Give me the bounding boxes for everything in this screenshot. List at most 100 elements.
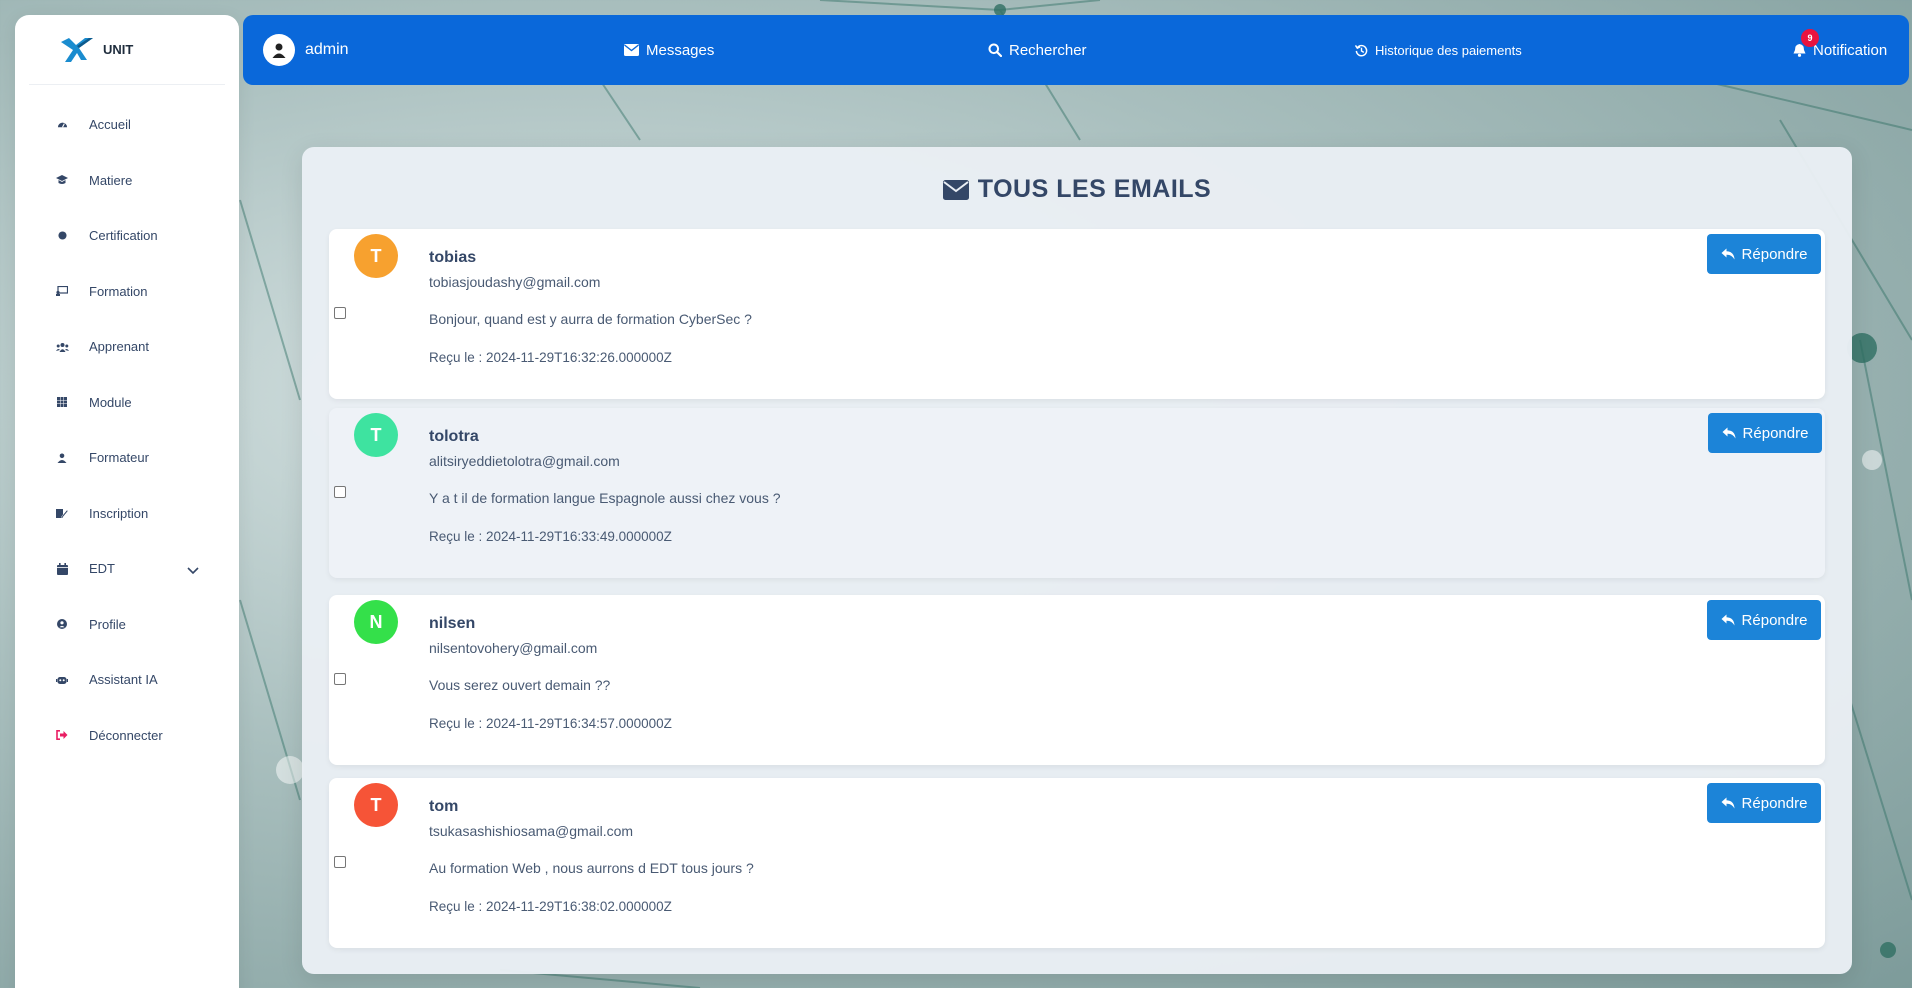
email-received-date: Reçu le : 2024-11-29T16:38:02.000000Z bbox=[429, 899, 672, 914]
notification-badge: 9 bbox=[1801, 29, 1819, 47]
sender-name: tobias bbox=[429, 249, 477, 266]
reply-icon bbox=[1721, 797, 1735, 809]
sidebar-item-inscription[interactable]: Inscription bbox=[15, 486, 239, 542]
reply-label: Répondre bbox=[1742, 424, 1809, 442]
email-select-checkbox[interactable] bbox=[334, 486, 346, 498]
sender-avatar: T bbox=[354, 783, 398, 827]
reply-label: Répondre bbox=[1741, 611, 1808, 629]
envelope-icon bbox=[942, 179, 969, 200]
nav-payment-history[interactable]: Historique des paiements bbox=[1355, 43, 1522, 58]
messages-label: Messages bbox=[646, 41, 715, 59]
sidebar-item-label: Formateur bbox=[89, 450, 149, 466]
sidebar-item-label: Inscription bbox=[89, 505, 149, 521]
sender-avatar: T bbox=[354, 234, 398, 278]
grid-icon bbox=[55, 395, 69, 409]
reply-label: Répondre bbox=[1741, 245, 1808, 263]
top-navbar: admin Messages Rechercher Historique des… bbox=[243, 15, 1909, 85]
graduation-cap-icon bbox=[55, 173, 69, 187]
sender-avatar: T bbox=[354, 413, 398, 457]
sidebar: UNIT Accueil Matiere Certification Forma… bbox=[15, 15, 239, 988]
robot-icon bbox=[55, 673, 69, 687]
sidebar-item-label: Accueil bbox=[89, 117, 131, 133]
sidebar-item-formation[interactable]: Formation bbox=[15, 264, 239, 320]
sidebar-item-label: Module bbox=[89, 394, 132, 410]
sender-name: tolotra bbox=[429, 428, 479, 445]
search-label: Rechercher bbox=[1009, 41, 1087, 59]
sidebar-item-label: Matiere bbox=[89, 172, 133, 188]
page-title-text: TOUS LES EMAILS bbox=[977, 175, 1212, 203]
search-icon bbox=[988, 43, 1002, 57]
reply-button[interactable]: Répondre bbox=[1707, 234, 1821, 274]
emails-panel: TOUS LES EMAILS T tobias tobiasjoudashy@… bbox=[302, 147, 1852, 974]
email-card: T tolotra alitsiryeddietolotra@gmail.com… bbox=[329, 408, 1825, 578]
email-received-date: Reçu le : 2024-11-29T16:32:26.000000Z bbox=[429, 350, 672, 365]
page-title: TOUS LES EMAILS bbox=[302, 175, 1852, 204]
sidebar-item-matiere[interactable]: Matiere bbox=[15, 153, 239, 209]
email-card: N nilsen nilsentovohery@gmail.com Vous s… bbox=[329, 595, 1825, 765]
history-label: Historique des paiements bbox=[1375, 42, 1522, 58]
chalkboard-icon bbox=[55, 284, 69, 298]
brand-logo-icon bbox=[61, 37, 93, 62]
sender-email: tsukasashishiosama@gmail.com bbox=[429, 823, 634, 839]
sidebar-item-certification[interactable]: Certification bbox=[15, 208, 239, 264]
user-menu[interactable]: admin bbox=[263, 34, 349, 66]
sender-email: alitsiryeddietolotra@gmail.com bbox=[429, 453, 620, 469]
reply-icon bbox=[1721, 614, 1735, 626]
sender-email: tobiasjoudashy@gmail.com bbox=[429, 274, 601, 290]
email-received-date: Reçu le : 2024-11-29T16:34:57.000000Z bbox=[429, 716, 672, 731]
email-message: Au formation Web , nous aurrons d EDT to… bbox=[429, 860, 754, 876]
user-avatar-icon bbox=[263, 34, 295, 66]
sender-avatar: N bbox=[354, 600, 398, 644]
sidebar-item-label: Déconnecter bbox=[89, 727, 163, 743]
reply-button[interactable]: Répondre bbox=[1707, 783, 1821, 823]
sidebar-item-label: Certification bbox=[89, 228, 158, 244]
email-card: T tom tsukasashishiosama@gmail.com Au fo… bbox=[329, 778, 1825, 948]
calendar-icon bbox=[55, 562, 69, 576]
sidebar-item-label: Formation bbox=[89, 283, 148, 299]
email-select-checkbox[interactable] bbox=[334, 673, 346, 685]
edit-icon bbox=[55, 506, 69, 520]
nav-search[interactable]: Rechercher bbox=[988, 42, 1087, 59]
sidebar-item-assistant-ia[interactable]: Assistant IA bbox=[15, 652, 239, 708]
email-message: Bonjour, quand est y aurra de formation … bbox=[429, 311, 752, 327]
sidebar-item-label: Profile bbox=[89, 616, 126, 632]
sidebar-item-deconnecter[interactable]: Déconnecter bbox=[15, 708, 239, 764]
user-circle-icon bbox=[55, 617, 69, 631]
sidebar-item-label: EDT bbox=[89, 561, 115, 577]
brand[interactable]: UNIT bbox=[29, 15, 225, 85]
sidebar-item-edt[interactable]: EDT bbox=[15, 541, 239, 597]
email-received-date: Reçu le : 2024-11-29T16:33:49.000000Z bbox=[429, 529, 672, 544]
reply-button[interactable]: Répondre bbox=[1707, 600, 1821, 640]
sidebar-item-label: Assistant IA bbox=[89, 672, 158, 688]
brand-name: UNIT bbox=[103, 42, 134, 57]
history-icon bbox=[1355, 44, 1368, 57]
sender-name: tom bbox=[429, 798, 459, 815]
sidebar-item-formateur[interactable]: Formateur bbox=[15, 430, 239, 486]
notification-label: Notification bbox=[1813, 41, 1888, 59]
email-select-checkbox[interactable] bbox=[334, 856, 346, 868]
email-message: Y a t il de formation langue Espagnole a… bbox=[429, 490, 781, 506]
sender-name: nilsen bbox=[429, 615, 476, 632]
email-message: Vous serez ouvert demain ?? bbox=[429, 677, 611, 693]
dashboard-icon bbox=[55, 118, 69, 132]
sender-email: nilsentovohery@gmail.com bbox=[429, 640, 598, 656]
reply-label: Répondre bbox=[1741, 794, 1808, 812]
reply-button[interactable]: Répondre bbox=[1708, 413, 1822, 453]
sidebar-item-apprenant[interactable]: Apprenant bbox=[15, 319, 239, 375]
username: admin bbox=[305, 41, 349, 58]
circle-icon bbox=[55, 229, 69, 243]
reply-icon bbox=[1722, 427, 1736, 439]
logout-icon bbox=[55, 728, 69, 742]
sidebar-item-profile[interactable]: Profile bbox=[15, 597, 239, 653]
sidebar-item-module[interactable]: Module bbox=[15, 375, 239, 431]
chevron-down-icon[interactable] bbox=[187, 563, 199, 578]
sidebar-nav: Accueil Matiere Certification Formation … bbox=[15, 97, 239, 763]
nav-messages[interactable]: Messages bbox=[624, 42, 714, 59]
email-select-checkbox[interactable] bbox=[334, 307, 346, 319]
email-card: T tobias tobiasjoudashy@gmail.com Bonjou… bbox=[329, 229, 1825, 399]
sidebar-item-label: Apprenant bbox=[89, 339, 149, 355]
user-icon bbox=[55, 451, 69, 465]
sidebar-item-accueil[interactable]: Accueil bbox=[15, 97, 239, 153]
envelope-icon bbox=[624, 44, 639, 56]
users-icon bbox=[55, 340, 69, 354]
